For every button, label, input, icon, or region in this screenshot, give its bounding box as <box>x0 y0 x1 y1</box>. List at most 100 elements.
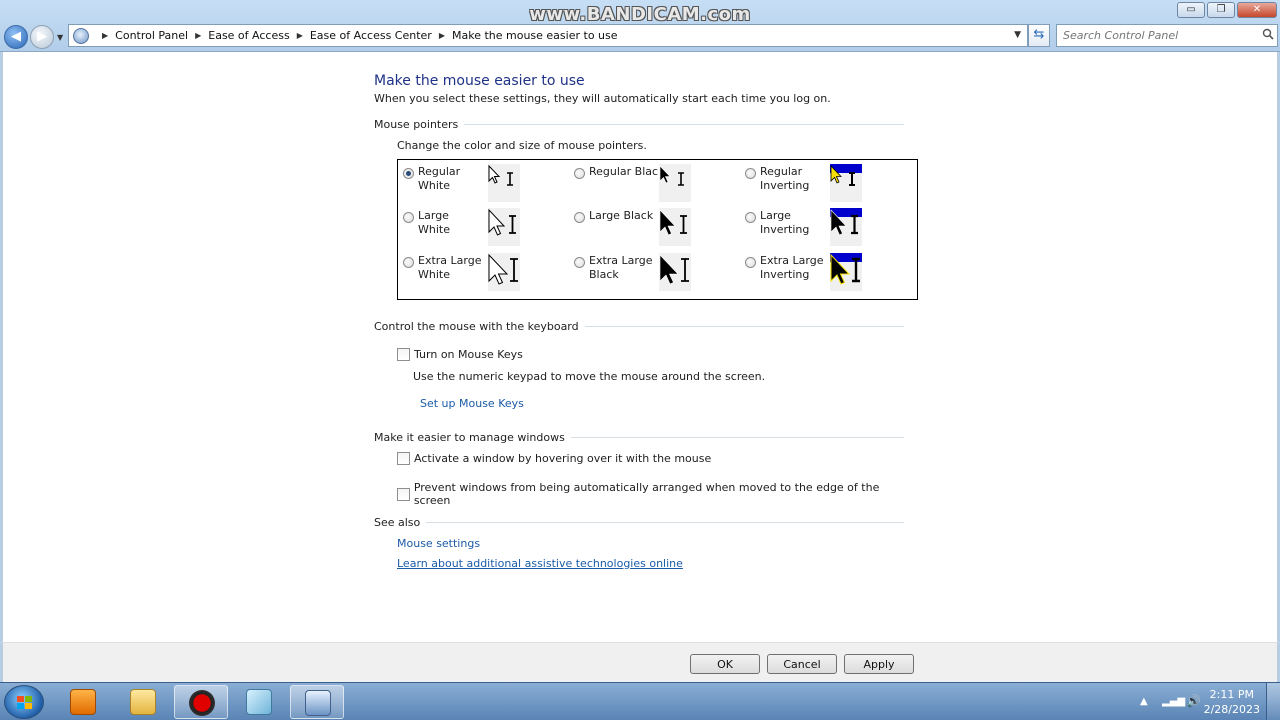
address-dropdown-button[interactable]: ▼ <box>1014 30 1021 40</box>
chevron-right-icon: ▶ <box>102 31 109 40</box>
black-pointer-icon <box>659 164 691 202</box>
record-icon <box>189 690 215 716</box>
pointers-description: Change the color and size of mouse point… <box>397 139 647 152</box>
content-area: Make the mouse easier to use When you se… <box>0 52 1280 642</box>
mouse-keys-option[interactable]: Turn on Mouse Keys <box>397 348 523 361</box>
white-pointer-icon <box>488 253 520 291</box>
hover-activate-label[interactable]: Activate a window by hovering over it wi… <box>414 452 711 465</box>
section-heading: Mouse pointers <box>374 118 459 131</box>
pointer-option-label: Regular Inverting <box>760 165 810 192</box>
cancel-button[interactable]: Cancel <box>767 654 837 674</box>
radio-button[interactable] <box>574 257 585 268</box>
pointer-option-regular-white[interactable]: Regular White <box>398 160 568 202</box>
divider <box>584 326 904 327</box>
pointer-option-extra-large-inverting[interactable]: Extra Large Inverting <box>740 249 910 291</box>
hover-activate-option[interactable]: Activate a window by hovering over it wi… <box>397 452 711 465</box>
start-button[interactable] <box>4 685 44 719</box>
pointer-option-large-black[interactable]: Large Black <box>569 204 739 246</box>
section-keyboard: Control the mouse with the keyboard <box>374 320 904 333</box>
pointer-option-regular-inverting[interactable]: Regular Inverting <box>740 160 910 202</box>
pointer-option-label: Large Black <box>589 209 654 222</box>
pointer-option-extra-large-white[interactable]: Extra Large White <box>398 249 568 291</box>
chevron-up-icon[interactable]: ▲ <box>1140 696 1148 707</box>
search-icon[interactable] <box>1262 28 1274 40</box>
taskbar-notepad[interactable] <box>232 685 286 719</box>
minimize-button[interactable]: ▭ <box>1177 2 1205 18</box>
radio-button[interactable] <box>745 212 756 223</box>
search-input[interactable] <box>1056 24 1278 47</box>
section-windows: Make it easier to manage windows <box>374 431 904 444</box>
media-player-icon <box>70 689 96 715</box>
dialog-button-bar: OK Cancel Apply <box>0 642 1280 682</box>
section-mouse-pointers: Mouse pointers <box>374 118 904 131</box>
inverting-pointer-icon <box>830 253 862 291</box>
pointer-option-label: Extra Large Inverting <box>760 254 824 281</box>
ok-button[interactable]: OK <box>690 654 760 674</box>
refresh-button[interactable]: ⇆ <box>1028 24 1050 47</box>
pointer-option-large-inverting[interactable]: Large Inverting <box>740 204 910 246</box>
mouse-keys-label[interactable]: Turn on Mouse Keys <box>414 348 523 361</box>
pointer-option-large-white[interactable]: Large White <box>398 204 568 246</box>
section-heading: Make it easier to manage windows <box>374 431 565 444</box>
volume-icon[interactable]: 🔊 <box>1186 694 1201 708</box>
pointer-option-label: Large Inverting <box>760 209 810 236</box>
mouse-settings-link[interactable]: Mouse settings <box>397 537 480 550</box>
prevent-arrange-label[interactable]: Prevent windows from being automatically… <box>414 481 911 507</box>
apply-button[interactable]: Apply <box>844 654 914 674</box>
pointer-option-label: Extra Large White <box>418 254 482 281</box>
taskbar: ▲ ▂▄▆ 🔊 2:11 PM 2/28/2023 <box>0 682 1280 720</box>
assistive-technologies-link[interactable]: Learn about additional assistive technol… <box>397 557 683 570</box>
clock-date: 2/28/2023 <box>1203 703 1260 716</box>
section-see-also: See also <box>374 516 904 529</box>
title-bar: www.BANDICAM.com ▭ ❐ ✕ ◀ ▶ ▼ ▶ Control P… <box>0 0 1280 52</box>
page-intro: When you select these settings, they wil… <box>374 92 831 105</box>
chevron-right-icon[interactable]: ▶ <box>297 31 303 40</box>
radio-button[interactable] <box>574 212 585 223</box>
radio-button[interactable] <box>403 168 414 179</box>
close-button[interactable]: ✕ <box>1237 2 1277 18</box>
chevron-right-icon[interactable]: ▶ <box>439 31 445 40</box>
radio-button[interactable] <box>745 257 756 268</box>
breadcrumb-current-page[interactable]: Make the mouse easier to use <box>452 29 618 42</box>
divider <box>426 522 904 523</box>
taskbar-explorer[interactable] <box>116 685 170 719</box>
pointer-option-label: Large White <box>418 209 450 236</box>
network-icon[interactable]: ▂▄▆ <box>1162 696 1185 707</box>
back-button[interactable]: ◀ <box>4 25 28 49</box>
breadcrumb: ▶ Control Panel ▶ Ease of Access ▶ Ease … <box>95 29 618 42</box>
divider <box>570 437 904 438</box>
setup-mouse-keys-link[interactable]: Set up Mouse Keys <box>420 397 524 410</box>
radio-button[interactable] <box>403 257 414 268</box>
prevent-arrange-checkbox[interactable] <box>397 487 410 501</box>
radio-button[interactable] <box>403 212 414 223</box>
white-pointer-icon <box>488 208 520 246</box>
system-clock[interactable]: 2:11 PM 2/28/2023 <box>1204 687 1260 717</box>
taskbar-media-player[interactable] <box>56 685 110 719</box>
navigation-row: ◀ ▶ ▼ ▶ Control Panel ▶ Ease of Access ▶… <box>0 22 1280 50</box>
inverting-pointer-icon <box>830 164 862 202</box>
address-bar[interactable]: ▶ Control Panel ▶ Ease of Access ▶ Ease … <box>68 24 1028 47</box>
prevent-arrange-option[interactable]: Prevent windows from being automatically… <box>397 481 911 507</box>
radio-button[interactable] <box>574 168 585 179</box>
taskbar-control-panel[interactable] <box>290 685 344 719</box>
maximize-button[interactable]: ❐ <box>1207 2 1235 18</box>
notepad-icon <box>246 689 272 715</box>
white-pointer-icon <box>488 164 520 202</box>
recent-pages-button[interactable]: ▼ <box>57 33 63 42</box>
forward-button[interactable]: ▶ <box>30 25 54 49</box>
chevron-right-icon[interactable]: ▶ <box>195 31 201 40</box>
black-pointer-icon <box>659 208 691 246</box>
mouse-keys-checkbox[interactable] <box>397 348 410 361</box>
pointer-option-label: Regular White <box>418 165 461 192</box>
pointer-option-extra-large-black[interactable]: Extra Large Black <box>569 249 739 291</box>
mouse-keys-description: Use the numeric keypad to move the mouse… <box>413 370 766 383</box>
hover-activate-checkbox[interactable] <box>397 452 410 465</box>
pointer-option-regular-black[interactable]: Regular Black <box>569 160 739 202</box>
radio-button[interactable] <box>745 168 756 179</box>
breadcrumb-control-panel[interactable]: Control Panel <box>115 29 188 42</box>
breadcrumb-ease-of-access[interactable]: Ease of Access <box>208 29 289 42</box>
breadcrumb-ease-of-access-center[interactable]: Ease of Access Center <box>310 29 432 42</box>
taskbar-bandicam[interactable] <box>174 685 228 719</box>
section-heading: See also <box>374 516 421 529</box>
show-desktop-button[interactable] <box>1266 683 1280 720</box>
